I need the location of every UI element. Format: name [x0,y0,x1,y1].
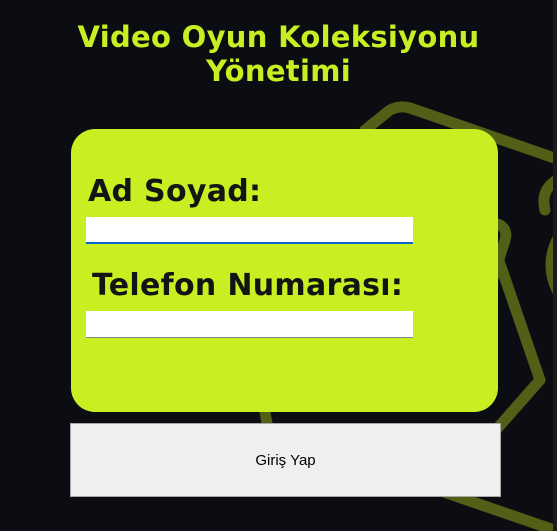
login-button[interactable]: Giriş Yap [70,423,501,497]
phone-input[interactable] [86,311,413,338]
title-line-2: Yönetimi [206,54,351,88]
name-input[interactable] [86,217,413,244]
page-title: Video Oyun Koleksiyonu Yönetimi [0,20,557,88]
phone-label: Telefon Numarası: [92,268,404,303]
name-label: Ad Soyad: [88,174,262,209]
title-line-1: Video Oyun Koleksiyonu [77,20,480,54]
